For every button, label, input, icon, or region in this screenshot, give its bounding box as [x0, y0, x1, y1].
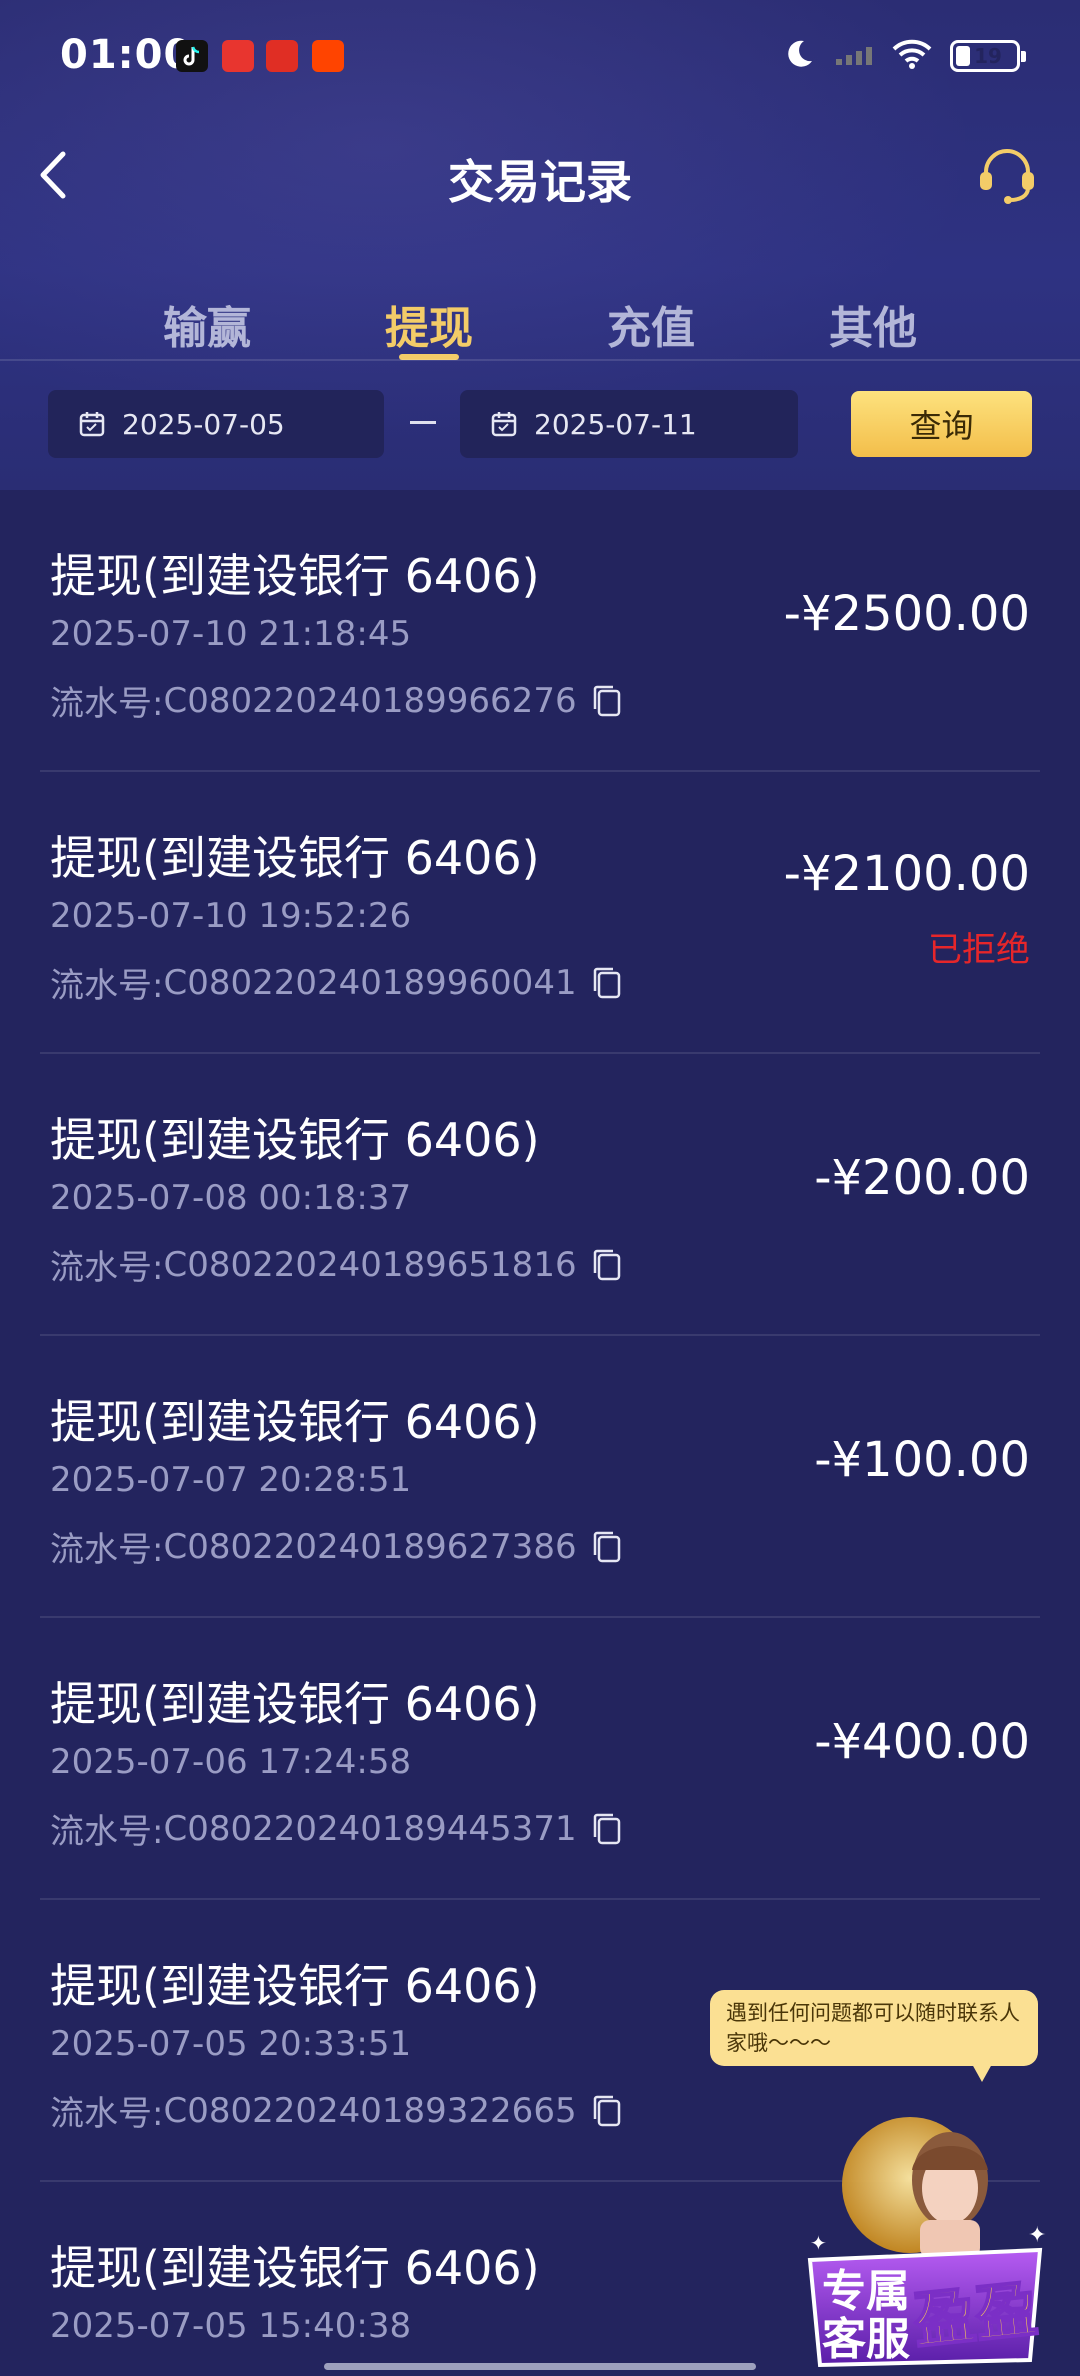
transaction-row[interactable]: 提现(到建设银行 6406) 2025-07-08 00:18:37 流水号: …	[40, 1054, 1040, 1336]
serial-label: 流水号:	[50, 1812, 164, 1852]
transaction-serial: 流水号: C080220240189627386	[50, 1522, 623, 1571]
toutiao-icon	[222, 40, 254, 72]
transaction-time: 2025-07-07 20:28:51	[50, 1460, 412, 1500]
calendar-icon	[491, 412, 517, 437]
serial-number: C080220240189651816	[163, 1244, 577, 1285]
serial-label: 流水号:	[50, 2094, 164, 2134]
moon-icon	[782, 37, 816, 75]
date-filter: 2025-07-05 2025-07-11 查询	[0, 361, 1080, 489]
transaction-time: 2025-07-06 17:24:58	[50, 1742, 412, 1782]
serial-number: C080220240189445371	[163, 1808, 577, 1849]
transaction-title: 提现(到建设银行 6406)	[50, 549, 540, 603]
transaction-amount: -¥100.00	[814, 1432, 1030, 1488]
tab-withdraw[interactable]: 提现	[359, 292, 499, 356]
calendar-icon	[79, 412, 105, 437]
serial-number: C080220240189627386	[163, 1526, 577, 1567]
start-date-value: 2025-07-05	[122, 407, 285, 441]
serial-number: C080220240189960041	[163, 962, 577, 1003]
customer-service-button[interactable]	[974, 142, 1040, 208]
end-date-picker[interactable]: 2025-07-11	[460, 390, 798, 458]
start-date-picker[interactable]: 2025-07-05	[48, 390, 384, 458]
serial-label: 流水号:	[50, 966, 164, 1006]
customer-service-widget[interactable]: 专属 客服 盈盈 ✦ ✦	[790, 2110, 1060, 2376]
serial-number: C080220240189322665	[163, 2090, 577, 2131]
transaction-time: 2025-07-10 21:18:45	[50, 614, 412, 654]
transaction-title: 提现(到建设银行 6406)	[50, 1395, 540, 1449]
tab-recharge[interactable]: 充值	[581, 292, 721, 356]
copy-icon[interactable]	[591, 1812, 623, 1846]
transaction-serial: 流水号: C080220240189651816	[50, 1240, 623, 1289]
taobao-icon	[312, 40, 344, 72]
transaction-serial: 流水号: C08022024018996627​6	[50, 676, 623, 725]
transaction-time: 2025-07-05 20:33:51	[50, 2024, 412, 2064]
copy-icon[interactable]	[591, 966, 623, 1000]
query-button[interactable]: 查询	[851, 391, 1032, 457]
serial-label: 流水号:	[50, 1248, 164, 1288]
transaction-title: 提现(到建设银行 6406)	[50, 831, 540, 885]
service-badge-name: 盈盈	[910, 2272, 1041, 2358]
navigation-bar: 交易记录	[0, 130, 1080, 220]
battery-indicator: 19	[950, 40, 1026, 72]
transaction-title: 提现(到建设银行 6406)	[50, 1677, 540, 1731]
service-badge-line1: 专属	[822, 2266, 910, 2317]
wifi-icon	[892, 38, 932, 74]
transaction-serial: 流水号: C080220240189322665	[50, 2086, 623, 2135]
transaction-amount: -¥200.00	[814, 1150, 1030, 1206]
date-range-separator	[410, 421, 436, 424]
transaction-title: 提现(到建设银行 6406)	[50, 1113, 540, 1167]
transaction-title: 提现(到建设银行 6406)	[50, 2241, 540, 2295]
signal-icon	[834, 39, 874, 73]
status-bar: 01:00 19	[0, 0, 1080, 110]
transaction-time: 2025-07-10 19:52:26	[50, 896, 412, 936]
service-badge-line2: 客服	[822, 2314, 910, 2365]
transaction-serial: 流水号: C080220240189445371	[50, 1804, 623, 1853]
tab-other[interactable]: 其他	[803, 292, 943, 356]
transaction-amount: -¥2100.00	[783, 846, 1030, 902]
transaction-amount: -¥2500.00	[783, 586, 1030, 642]
serial-label: 流水号:	[50, 684, 164, 724]
serial-label: 流水号:	[50, 1530, 164, 1570]
tiktok-icon	[176, 40, 208, 72]
copy-icon[interactable]	[591, 684, 623, 718]
transaction-row[interactable]: 提现(到建设银行 6406) 2025-07-06 17:24:58 流水号: …	[40, 1618, 1040, 1900]
svg-text:✦: ✦	[810, 2231, 827, 2255]
tab-win-loss[interactable]: 输赢	[137, 292, 277, 356]
pinduoduo-icon	[266, 40, 298, 72]
svg-text:✦: ✦	[1028, 2223, 1046, 2248]
copy-icon[interactable]	[591, 2094, 623, 2128]
home-indicator[interactable]	[324, 2363, 756, 2370]
serial-number: C08022024018996627​6	[163, 680, 577, 721]
transaction-serial: 流水号: C080220240189960041	[50, 958, 623, 1007]
copy-icon[interactable]	[591, 1248, 623, 1282]
service-tooltip: 遇到任何问题都可以随时联系人家哦～～～	[710, 1990, 1038, 2082]
end-date-value: 2025-07-11	[534, 407, 697, 441]
transaction-time: 2025-07-05 15:40:38	[50, 2306, 412, 2346]
battery-level: 19	[974, 44, 1002, 68]
transaction-row[interactable]: 提现(到建设银行 6406) 2025-07-10 19:52:26 流水号: …	[40, 772, 1040, 1054]
transaction-row[interactable]: 提现(到建设银行 6406) 2025-07-07 20:28:51 流水号: …	[40, 1336, 1040, 1618]
page-title: 交易记录	[448, 155, 632, 209]
transaction-list: 提现(到建设银行 6406) 2025-07-10 21:18:45 流水号: …	[0, 490, 1080, 2376]
transaction-row[interactable]: 提现(到建设银行 6406) 2025-07-10 21:18:45 流水号: …	[40, 490, 1040, 772]
status-time: 01:00	[60, 32, 193, 78]
status-badge: 已拒绝	[928, 930, 1030, 970]
copy-icon[interactable]	[591, 1530, 623, 1564]
headset-icon	[980, 149, 1034, 204]
transaction-title: 提现(到建设银行 6406)	[50, 1959, 540, 2013]
transaction-time: 2025-07-08 00:18:37	[50, 1178, 412, 1218]
tab-bar: 输赢 提现 充值 其他	[0, 280, 1080, 360]
transaction-amount: -¥400.00	[814, 1714, 1030, 1770]
